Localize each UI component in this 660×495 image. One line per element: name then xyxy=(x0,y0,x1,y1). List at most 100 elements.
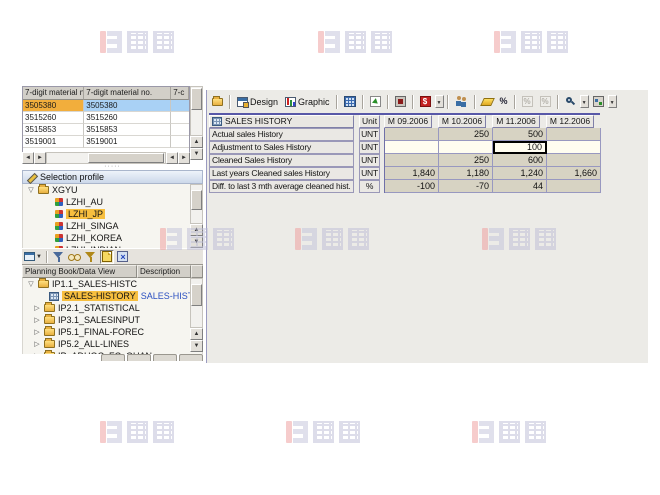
tree-node-label[interactable]: XGYU xyxy=(52,185,78,195)
tree-node-label[interactable]: LZHI_KOREA xyxy=(66,233,122,243)
tree-node-label[interactable]: IP5.2_ALL-LINES xyxy=(58,339,129,349)
data-cell[interactable] xyxy=(547,180,601,193)
tree-node-selected[interactable]: SALES-HISTORY SALES-HISTOR xyxy=(23,290,202,302)
filter-find-button[interactable] xyxy=(84,250,98,264)
design-button[interactable]: Design xyxy=(234,93,281,110)
material-cell[interactable] xyxy=(171,124,189,136)
tree-node-label[interactable]: LZHI_SINGA xyxy=(66,221,119,231)
planning-book-column-header[interactable]: Planning Book/Data View xyxy=(22,265,137,278)
editable-data-cell[interactable] xyxy=(439,141,493,154)
data-cell[interactable]: 1,180 xyxy=(439,167,493,180)
material-cell[interactable]: 3519001 xyxy=(84,136,171,148)
tree-node-root[interactable]: IP1.1_SALES-HISTC xyxy=(23,278,202,290)
selection-tree-scroll-thumb[interactable] xyxy=(191,190,202,210)
data-cell[interactable]: 250 xyxy=(439,128,493,141)
expander-closed-icon[interactable] xyxy=(33,340,41,348)
zoom-dropdown-button[interactable]: ▼ xyxy=(580,95,589,108)
tree-node[interactable]: LZHI_SINGA xyxy=(23,220,202,232)
graphic-button[interactable]: Graphic xyxy=(282,93,333,110)
tree-node[interactable]: IP5.2_ALL-LINES xyxy=(23,338,202,350)
tree-node[interactable]: IP3.1_SALESINPUT xyxy=(23,314,202,326)
description-column-header[interactable]: Description xyxy=(137,265,191,278)
materials-scroll-left-button-2[interactable]: ◄ xyxy=(166,152,178,164)
material-cell[interactable]: 3515853 xyxy=(84,124,171,136)
materials-column-header[interactable]: 7-c xyxy=(171,87,189,100)
currency-button[interactable] xyxy=(417,93,434,110)
tree-node-selected[interactable]: LZHI_JP xyxy=(23,208,202,220)
tree-node-label[interactable]: IP5.1_FINAL-FOREC xyxy=(58,327,144,337)
tree-node[interactable]: LZHI_AU xyxy=(23,196,202,208)
tree-node-label[interactable]: IP2.1_STATISTICAL xyxy=(58,303,140,313)
tree-node-root[interactable]: XGYU xyxy=(23,184,202,196)
materials-scroll-up-button[interactable]: ▲ xyxy=(190,136,203,148)
unit-column-header[interactable]: Unit xyxy=(359,115,380,128)
data-cell[interactable] xyxy=(385,154,439,167)
editable-data-cell[interactable] xyxy=(385,141,439,154)
dropdown-button[interactable]: ▼ xyxy=(435,95,444,108)
material-cell-selected[interactable]: 3505380 xyxy=(23,100,84,112)
material-cell[interactable]: 3515853 xyxy=(23,124,84,136)
find-button[interactable] xyxy=(68,250,82,264)
material-cell[interactable]: 3519001 xyxy=(23,136,84,148)
data-cell[interactable]: 1,660 xyxy=(547,167,601,180)
filter-button[interactable] xyxy=(52,250,66,264)
expander-open-icon[interactable] xyxy=(27,186,35,194)
display-dropdown-button[interactable]: ▼ xyxy=(608,95,617,108)
data-cell[interactable]: 1,240 xyxy=(493,167,547,180)
open-button[interactable] xyxy=(209,93,226,110)
zoom-button[interactable] xyxy=(562,93,579,110)
material-cell[interactable]: 3515260 xyxy=(23,112,84,124)
expander-closed-icon[interactable] xyxy=(33,328,41,336)
graphic-view-button[interactable] xyxy=(367,93,384,110)
materials-vertical-scroll-thumb[interactable] xyxy=(191,88,202,110)
materials-column-header[interactable]: 7-digit material no. xyxy=(84,87,171,100)
selection-tree-scroll-down-button[interactable]: ▼ xyxy=(190,236,203,248)
month-column-header[interactable]: M 11.2006 xyxy=(492,115,540,128)
key-figure-column-header[interactable]: SALES HISTORY xyxy=(209,115,354,128)
data-cell[interactable]: 1,840 xyxy=(385,167,439,180)
expander-closed-icon[interactable] xyxy=(33,316,41,324)
material-cell[interactable] xyxy=(171,112,189,124)
percent-button[interactable] xyxy=(497,93,511,110)
tree-node-label[interactable]: IP3.1_SALESINPUT xyxy=(58,315,140,325)
data-cell[interactable]: -100 xyxy=(385,180,439,193)
tree-node[interactable]: IP5.1_FINAL-FOREC xyxy=(23,326,202,338)
tree-node[interactable]: IP2.1_STATISTICAL xyxy=(23,302,202,314)
material-cell[interactable] xyxy=(171,136,189,148)
tree-node-label[interactable]: LZHI_JP xyxy=(66,209,105,219)
month-column-header[interactable]: M 09.2006 xyxy=(384,115,432,128)
tree-node-label[interactable]: SALES-HISTORY xyxy=(62,291,138,301)
material-cell[interactable]: 3505380 xyxy=(84,100,171,112)
data-cell[interactable] xyxy=(547,154,601,167)
expander-closed-icon[interactable] xyxy=(33,304,41,312)
data-cell[interactable]: 44 xyxy=(493,180,547,193)
alert-monitor-button[interactable] xyxy=(392,93,409,110)
focused-data-cell[interactable]: 100 xyxy=(493,141,547,154)
month-column-header[interactable]: M 12.2006 xyxy=(546,115,594,128)
tree-node-label[interactable]: IP1.1_SALES-HISTC xyxy=(52,279,137,289)
planning-tree-scroll-up-button[interactable]: ▲ xyxy=(190,328,203,340)
month-column-header[interactable]: M 10.2006 xyxy=(438,115,486,128)
shuffle-view-button[interactable]: ▼ xyxy=(24,250,42,264)
table-view-button[interactable] xyxy=(341,93,359,110)
materials-horizontal-scroll-thumb[interactable] xyxy=(88,153,164,163)
data-cell[interactable]: 600 xyxy=(493,154,547,167)
editable-data-cell[interactable] xyxy=(547,141,601,154)
selection-tree-scroll-up-button[interactable]: ▲ xyxy=(190,224,203,236)
notes-button-active[interactable] xyxy=(100,250,114,264)
data-cell[interactable] xyxy=(547,128,601,141)
materials-scroll-left-button[interactable]: ◄ xyxy=(22,152,34,164)
planning-tree-scroll-down-button[interactable]: ▼ xyxy=(190,340,203,352)
material-cell[interactable]: 3515260 xyxy=(84,112,171,124)
data-cell[interactable]: 250 xyxy=(439,154,493,167)
materials-scroll-down-button[interactable]: ▼ xyxy=(190,148,203,160)
data-cell[interactable]: -70 xyxy=(439,180,493,193)
collaboration-button[interactable] xyxy=(452,93,471,110)
close-selection-button[interactable] xyxy=(116,250,130,264)
material-cell[interactable] xyxy=(171,100,189,112)
tree-node[interactable]: LZHI_KOREA xyxy=(23,232,202,244)
highlight-button[interactable] xyxy=(479,93,496,110)
planning-tree-scroll-thumb[interactable] xyxy=(191,284,202,306)
data-cell[interactable]: 500 xyxy=(493,128,547,141)
materials-scroll-right-button-2[interactable]: ► xyxy=(178,152,190,164)
